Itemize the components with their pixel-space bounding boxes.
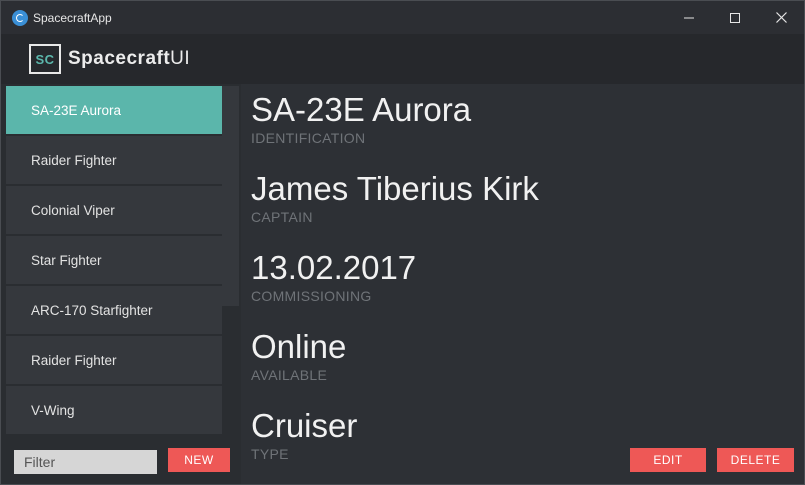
minimize-button[interactable] (666, 1, 712, 34)
close-button[interactable] (758, 1, 804, 34)
type-value: Cruiser (251, 407, 358, 444)
spacecraft-detail-panel: SA-23E Aurora IDENTIFICATION James Tiber… (242, 84, 804, 484)
edit-button[interactable]: EDIT (630, 448, 706, 472)
type-field: Cruiser TYPE (251, 406, 357, 462)
minimize-icon (684, 17, 694, 18)
available-field: Online AVAILABLE (251, 327, 346, 383)
brand-name: SpacecraftUI (68, 48, 190, 70)
window-controls (666, 1, 804, 34)
identification-label: IDENTIFICATION (251, 130, 366, 146)
list-item[interactable]: Raider Fighter (6, 336, 222, 384)
delete-button[interactable]: DELETE (717, 448, 794, 472)
commissioning-label: COMMISSIONING (251, 288, 372, 304)
list-item[interactable]: Star Fighter (6, 236, 222, 284)
list-scrollbar[interactable] (222, 86, 239, 306)
maximize-button[interactable] (712, 1, 758, 34)
maximize-icon (730, 12, 740, 23)
brand-light: UI (170, 48, 191, 69)
close-icon (775, 12, 787, 23)
available-label: AVAILABLE (251, 367, 328, 383)
spacecraft-list[interactable]: SA-23E Aurora Raider Fighter Colonial Vi… (6, 86, 222, 436)
identification-field: SA-23E Aurora IDENTIFICATION (251, 90, 471, 146)
title-bar[interactable]: SpacecraftApp (1, 1, 804, 34)
filter-input[interactable]: Filter (14, 450, 157, 474)
captain-field: James Tiberius Kirk CAPTAIN (251, 169, 539, 225)
list-item[interactable]: ARC-170 Starfighter (6, 286, 222, 334)
commissioning-field: 13.02.2017 COMMISSIONING (251, 248, 416, 304)
spacecraft-list-panel: SA-23E Aurora Raider Fighter Colonial Vi… (1, 84, 241, 484)
logo-text: SC (35, 51, 55, 67)
brand-bold: Spacecraft (68, 48, 171, 69)
list-item[interactable]: Colonial Viper (6, 186, 222, 234)
captain-value: James Tiberius Kirk (251, 170, 539, 207)
app-icon (12, 9, 28, 26)
commissioning-value: 13.02.2017 (251, 249, 417, 286)
app-window: SpacecraftApp SC SpacecraftUI SA-23E Aur… (0, 0, 805, 485)
list-item[interactable]: Raider Fighter (6, 136, 222, 184)
captain-label: CAPTAIN (251, 209, 313, 225)
available-value: Online (251, 328, 347, 365)
type-label: TYPE (251, 446, 289, 462)
logo: SC (29, 44, 61, 74)
window-title: SpacecraftApp (33, 10, 112, 25)
list-item[interactable]: SA-23E Aurora (6, 86, 222, 134)
list-item[interactable]: V-Wing (6, 386, 222, 434)
new-button[interactable]: NEW (168, 448, 230, 472)
identification-value: SA-23E Aurora (251, 91, 472, 128)
app-header: SC SpacecraftUI (1, 34, 804, 84)
